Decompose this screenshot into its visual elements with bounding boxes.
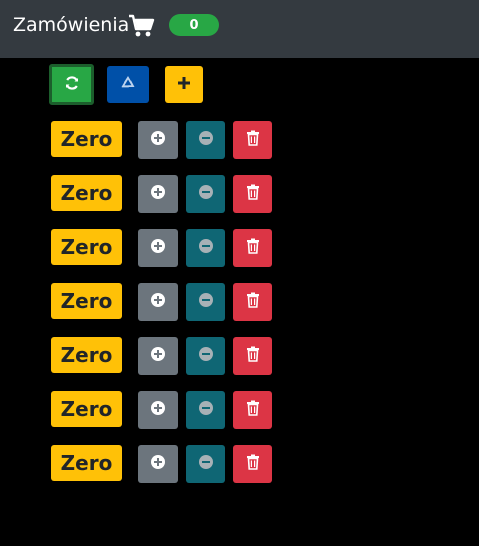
plus-circle-icon (150, 184, 166, 204)
item-row: Zero (0, 283, 479, 321)
navbar: Zamówienia 0 (0, 0, 479, 58)
increment-button[interactable] (138, 391, 178, 429)
decrement-button[interactable] (186, 175, 225, 213)
decrement-button[interactable] (186, 445, 225, 483)
item-row: Zero (0, 121, 479, 159)
refresh-icon (64, 75, 80, 95)
minus-circle-icon (198, 238, 214, 258)
minus-circle-icon (198, 292, 214, 312)
brand-title[interactable]: Zamówienia (13, 13, 129, 37)
decrement-button[interactable] (186, 283, 225, 321)
trash-icon (246, 292, 260, 312)
item-label: Zero (51, 121, 122, 157)
delete-button[interactable] (233, 175, 272, 213)
item-label: Zero (51, 229, 122, 265)
minus-circle-icon (198, 130, 214, 150)
item-row: Zero (0, 445, 479, 483)
increment-button[interactable] (138, 445, 178, 483)
plus-circle-icon (150, 400, 166, 420)
delete-button[interactable] (233, 337, 272, 375)
plus-circle-icon (150, 238, 166, 258)
delete-button[interactable] (233, 283, 272, 321)
increment-button[interactable] (138, 337, 178, 375)
item-label: Zero (51, 283, 122, 319)
decrement-button[interactable] (186, 121, 225, 159)
increment-button[interactable] (138, 175, 178, 213)
trash-icon (246, 130, 260, 150)
trash-icon (246, 400, 260, 420)
cart-count-badge: 0 (169, 14, 219, 36)
refresh-button[interactable] (49, 64, 94, 105)
item-row: Zero (0, 175, 479, 213)
minus-circle-icon (198, 454, 214, 474)
decrement-button[interactable] (186, 391, 225, 429)
plus-circle-icon (150, 292, 166, 312)
increment-button[interactable] (138, 121, 178, 159)
minus-circle-icon (198, 184, 214, 204)
trash-icon (246, 346, 260, 366)
trash-icon (246, 454, 260, 474)
plus-circle-icon (150, 454, 166, 474)
minus-circle-icon (198, 400, 214, 420)
increment-button[interactable] (138, 229, 178, 267)
item-row: Zero (0, 229, 479, 267)
minus-circle-icon (198, 346, 214, 366)
plus-circle-icon (150, 130, 166, 150)
recycle-icon (119, 74, 137, 96)
decrement-button[interactable] (186, 337, 225, 375)
item-label: Zero (51, 337, 122, 373)
delete-button[interactable] (233, 121, 272, 159)
delete-button[interactable] (233, 445, 272, 483)
decrement-button[interactable] (186, 229, 225, 267)
plus-icon (177, 75, 191, 94)
item-label: Zero (51, 391, 122, 427)
item-label: Zero (51, 445, 122, 481)
trash-icon (246, 184, 260, 204)
recycle-button[interactable] (107, 66, 149, 103)
add-button[interactable] (165, 66, 203, 103)
item-row: Zero (0, 337, 479, 375)
delete-button[interactable] (233, 391, 272, 429)
item-row: Zero (0, 391, 479, 429)
delete-button[interactable] (233, 229, 272, 267)
trash-icon (246, 238, 260, 258)
increment-button[interactable] (138, 283, 178, 321)
shopping-cart-icon[interactable] (128, 13, 156, 39)
plus-circle-icon (150, 346, 166, 366)
item-label: Zero (51, 175, 122, 211)
